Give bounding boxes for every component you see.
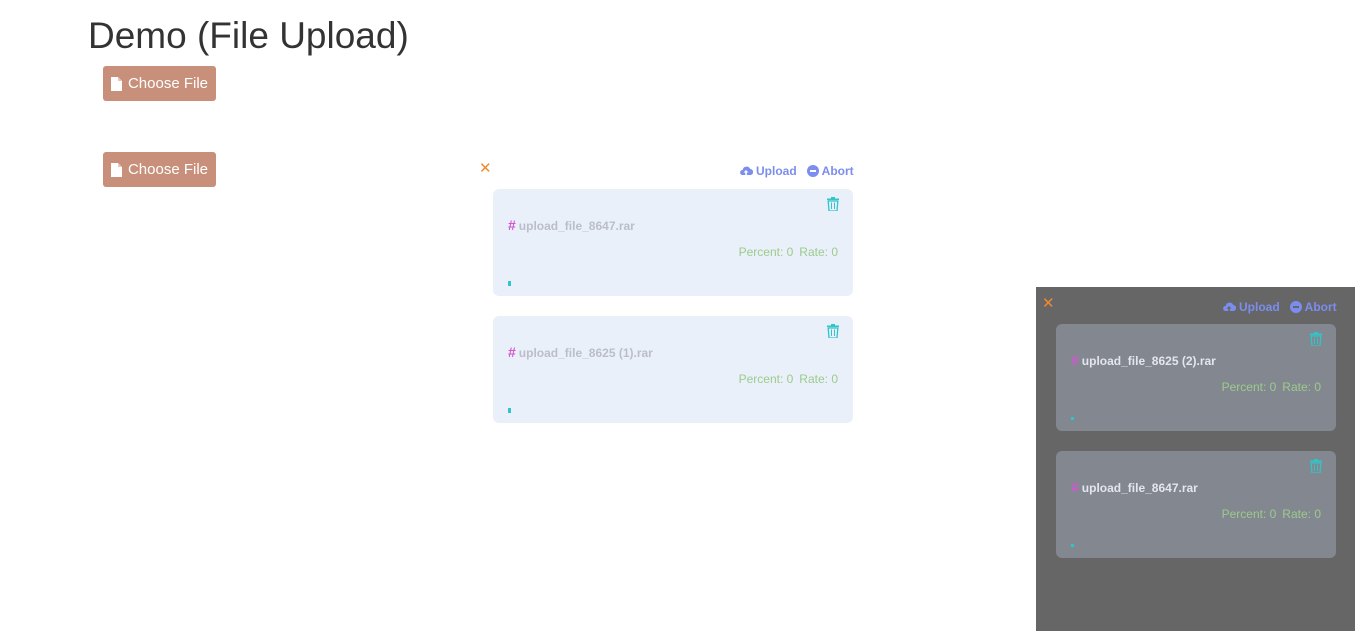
upload-label: Upload [756,164,797,178]
abort-button[interactable]: Abort [1289,300,1337,314]
cloud-upload-icon [1223,302,1236,312]
upload-button[interactable]: Upload [1222,300,1280,314]
close-icon[interactable]: ✕ [479,161,492,176]
file-name-text: upload_file_8625 (2).rar [1081,354,1216,368]
file-card: # upload_file_8625 (2).rar Percent: 0 Rate… [1056,324,1336,431]
close-icon[interactable]: ✕ [1042,296,1055,311]
progress-bar [508,408,511,413]
file-name: # upload_file_8625 (1).rar [508,344,653,360]
hash-mark: # [508,344,516,360]
choose-file-label: Choose File [127,161,209,178]
trash-icon[interactable] [1310,459,1322,473]
percent-text: Percent: 0 [738,372,794,386]
trash-icon[interactable] [827,324,839,338]
progress-bar [1071,544,1074,547]
progress-bar [508,281,511,286]
file-name: # upload_file_8647.rar [1071,479,1198,495]
file-icon [110,162,122,177]
hash-mark: # [1071,479,1079,495]
page: Demo (File Upload) Choose File Choose Fi… [0,0,1355,631]
upload-toolbar: Upload Abort [739,164,854,178]
minus-circle-icon [806,165,819,177]
abort-label: Abort [1304,300,1337,314]
percent-text: Percent: 0 [1221,380,1277,394]
upload-button[interactable]: Upload [739,164,797,178]
progress-bar [1071,417,1074,420]
file-name-text: upload_file_8647.rar [1081,481,1198,495]
percent-text: Percent: 0 [1221,507,1277,521]
choose-file-button[interactable]: Choose File [103,66,216,101]
file-stats: Percent: 0 Rate: 0 [739,372,838,386]
rate-text: Rate: 0 [1282,507,1321,521]
file-name: # upload_file_8647.rar [508,217,635,233]
file-stats: Percent: 0 Rate: 0 [739,245,838,259]
file-card: # upload_file_8625 (1).rar Percent: 0 Rate… [493,316,853,423]
floating-upload-panel: ✕ Upload Abort # upload_file_8625 (2).ra… [1036,287,1355,631]
page-title: Demo (File Upload) [88,15,409,56]
trash-icon[interactable] [827,197,839,211]
hash-mark: # [1071,352,1079,368]
rate-text: Rate: 0 [1282,380,1321,394]
rate-text: Rate: 0 [799,245,838,259]
choose-file-label: Choose File [127,75,209,92]
choose-file-button[interactable]: Choose File [103,152,216,187]
file-card: # upload_file_8647.rar Percent: 0 Rate: 0 [1056,451,1336,558]
cloud-upload-icon [740,166,753,176]
file-name: # upload_file_8625 (2).rar [1071,352,1216,368]
percent-text: Percent: 0 [738,245,794,259]
trash-icon[interactable] [1310,332,1322,346]
file-stats: Percent: 0 Rate: 0 [1222,507,1321,521]
file-icon [110,76,122,91]
file-name-text: upload_file_8625 (1).rar [518,346,653,360]
hash-mark: # [508,217,516,233]
minus-circle-icon [1289,301,1302,313]
file-card: # upload_file_8647.rar Percent: 0 Rate: 0 [493,189,853,296]
upload-toolbar: Upload Abort [1222,300,1337,314]
rate-text: Rate: 0 [799,372,838,386]
abort-button[interactable]: Abort [806,164,854,178]
file-name-text: upload_file_8647.rar [518,219,635,233]
abort-label: Abort [821,164,854,178]
file-stats: Percent: 0 Rate: 0 [1222,380,1321,394]
upload-label: Upload [1239,300,1280,314]
